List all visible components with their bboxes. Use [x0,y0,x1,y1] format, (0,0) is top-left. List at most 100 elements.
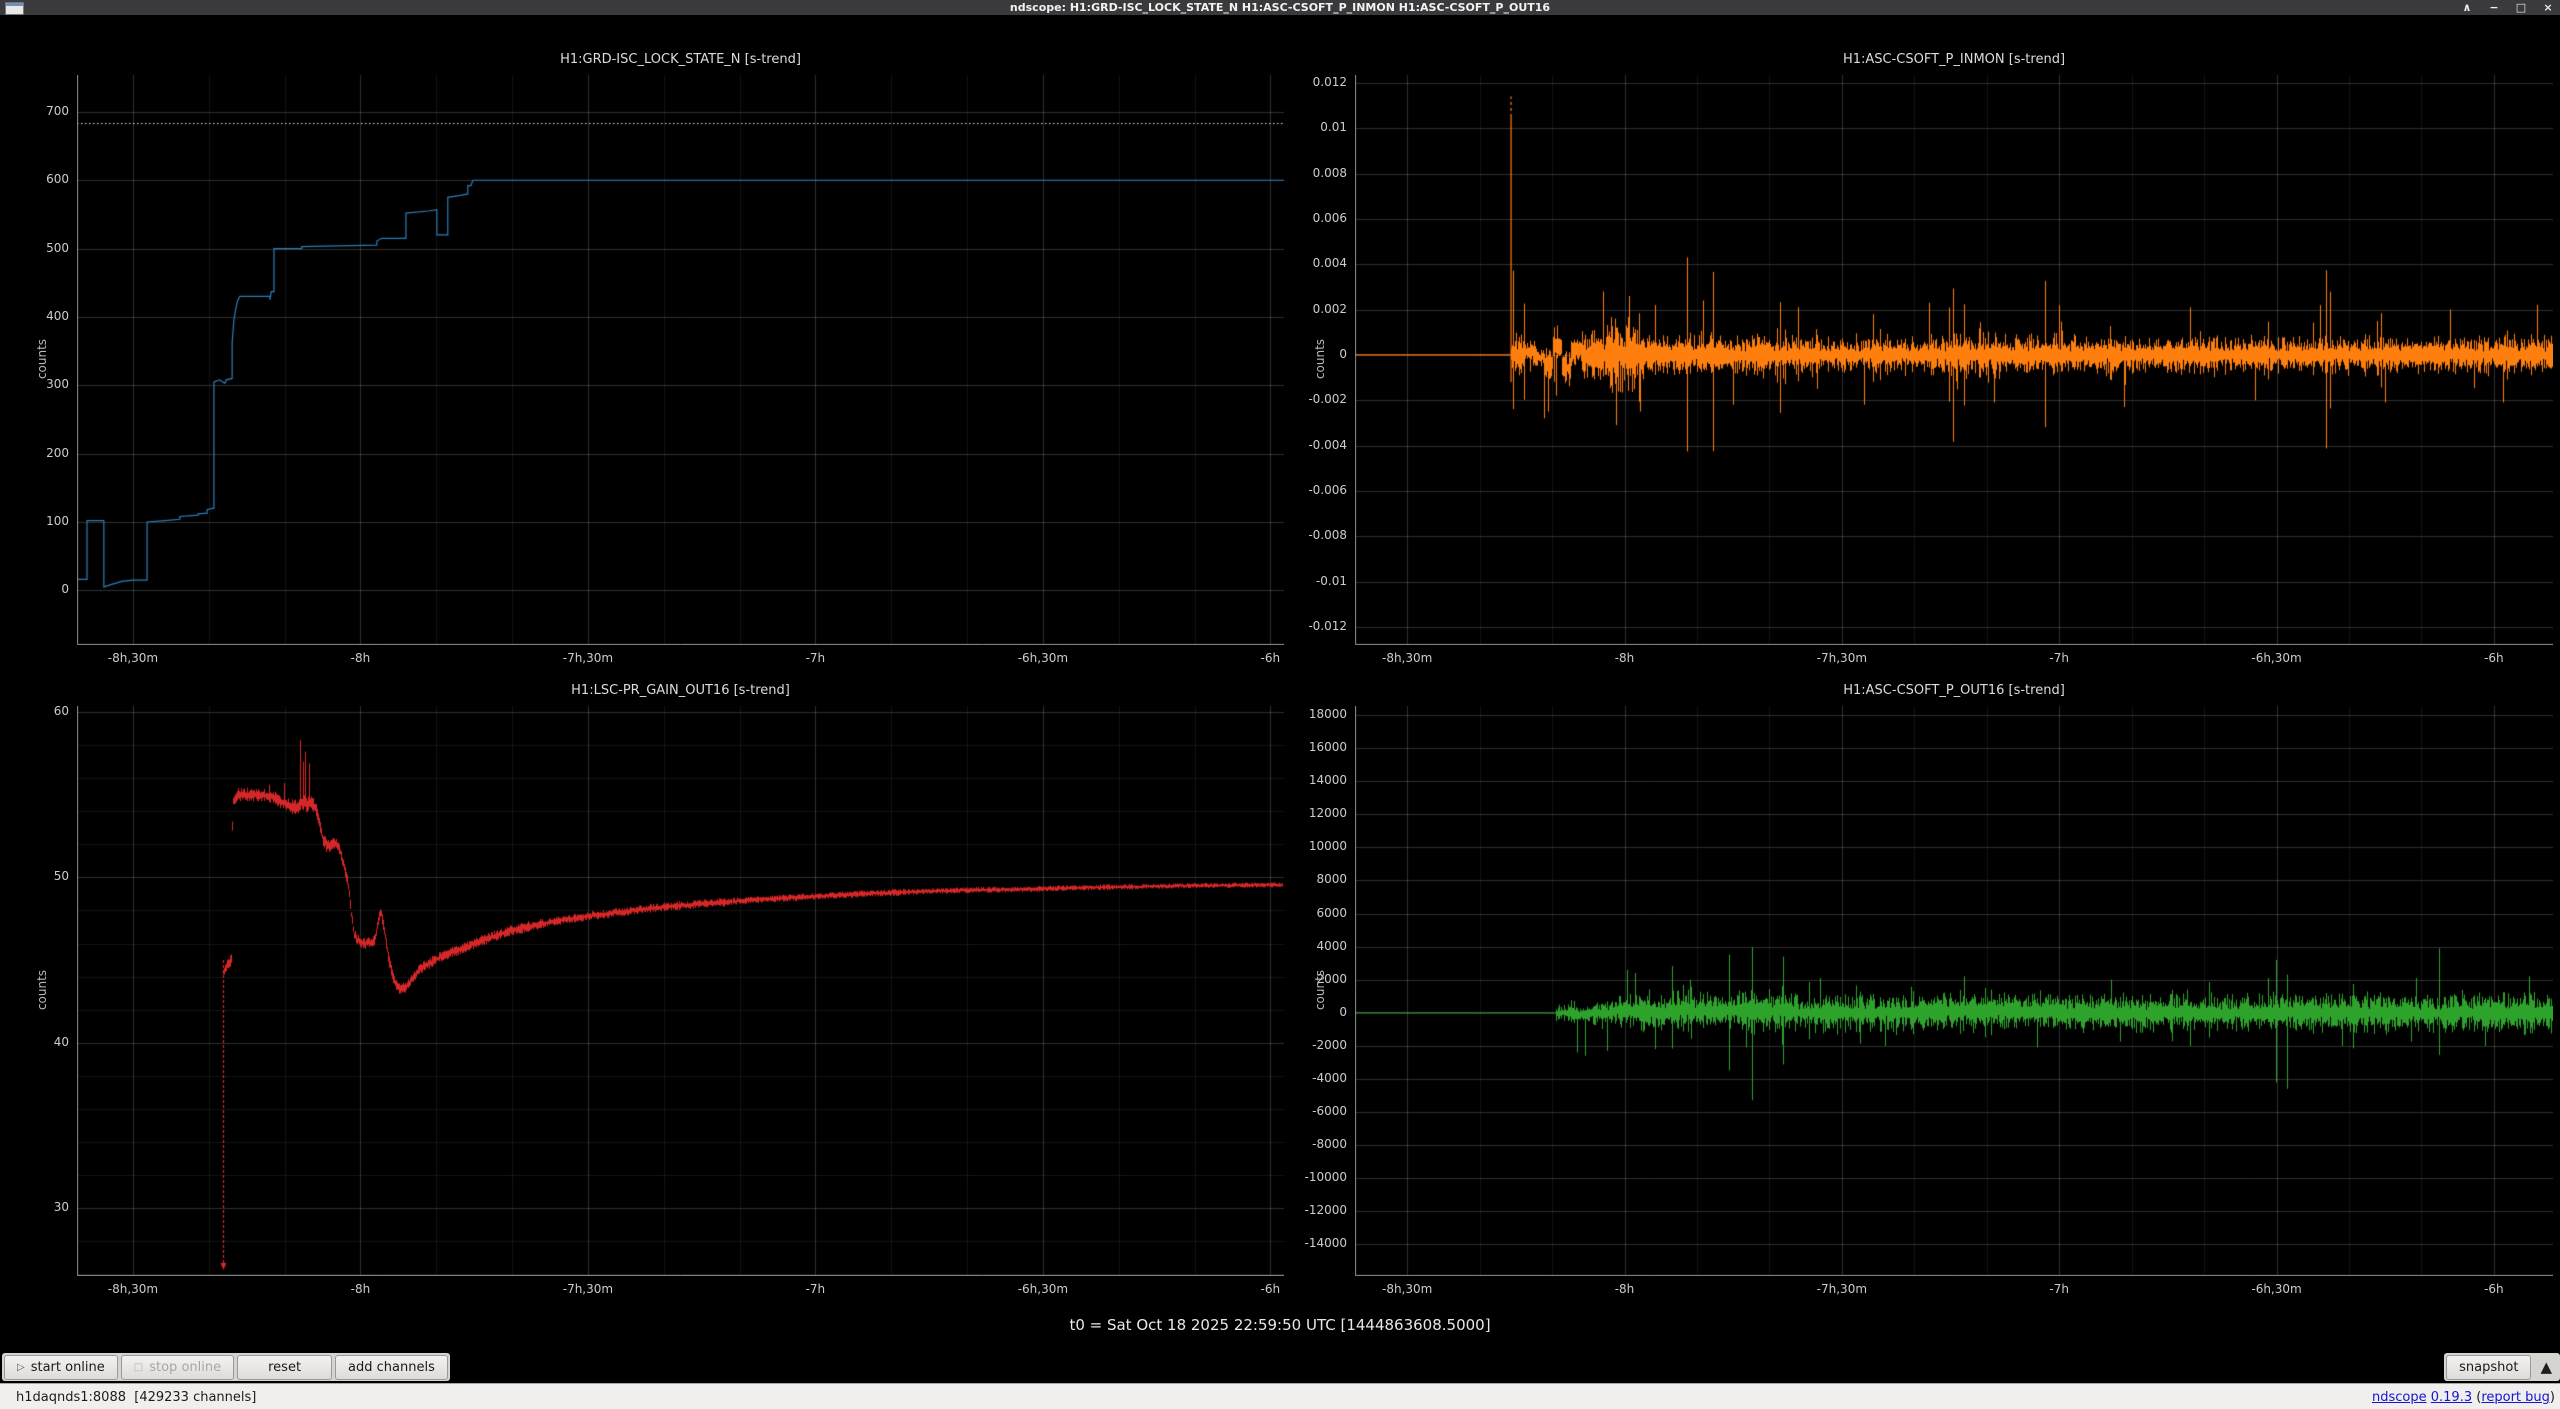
y-tick-label: 600 [11,172,69,186]
toolbar-right-group: snapshot ▲ [2444,1353,2560,1381]
y-tick-label: -2000 [1289,1038,1347,1052]
x-tick-label: -8h [315,1282,405,1296]
x-tick-label: -7h [770,651,860,665]
start-online-button[interactable]: ▷ start online [4,1355,118,1380]
plot-canvas-h1-asc-csoft-p-inmon[interactable] [1355,75,2553,645]
plot-canvas-h1-lsc-pr-gain-out16[interactable] [77,706,1284,1276]
y-tick-label: 40 [11,1035,69,1049]
y-tick-label: 2000 [1289,972,1347,986]
x-tick-label: -8h,30m [1362,1282,1452,1296]
y-tick-label: 30 [11,1200,69,1214]
x-tick-label: -7h [770,1282,860,1296]
x-tick-label: -7h,30m [1797,1282,1887,1296]
y-tick-label: -8000 [1289,1137,1347,1151]
y-tick-label: -12000 [1289,1203,1347,1217]
x-tick-label: -6h [1225,1282,1315,1296]
stop-online-button: □ stop online [121,1355,234,1380]
x-tick-label: -7h [2014,651,2104,665]
snapshot-button[interactable]: snapshot [2446,1355,2531,1380]
x-tick-label: -6h,30m [2232,651,2322,665]
y-tick-label: 0.004 [1289,256,1347,270]
y-tick-label: 12000 [1289,806,1347,820]
x-tick-label: -8h [1580,1282,1670,1296]
maximize-window-icon[interactable]: □ [2515,0,2527,15]
plot-canvas-h1-grd-isc-lock-state-n[interactable] [77,75,1284,645]
t0-timestamp-label: t0 = Sat Oct 18 2025 22:59:50 UTC [14448… [0,1316,2560,1334]
x-tick-label: -6h [2449,651,2539,665]
y-tick-label: 4000 [1289,939,1347,953]
y-tick-label: -0.012 [1289,619,1347,633]
y-tick-label: 0 [1289,1005,1347,1019]
y-tick-label: 0.008 [1289,166,1347,180]
x-tick-label: -6h [1225,651,1315,665]
y-tick-label: -4000 [1289,1071,1347,1085]
y-tick-label: 0 [11,582,69,596]
y-tick-label: 500 [11,241,69,255]
plot-title: H1:ASC-CSOFT_P_OUT16 [s-trend] [1843,683,2065,698]
bottom-toolbar: ▷ start online □ stop online reset add c… [0,1352,2560,1383]
y-tick-label: 400 [11,309,69,323]
y-axis-label: counts [35,339,49,379]
y-tick-label: 16000 [1289,740,1347,754]
y-tick-label: 50 [11,869,69,883]
y-tick-label: 6000 [1289,906,1347,920]
close-window-icon[interactable]: × [2542,0,2554,15]
y-tick-label: 0.002 [1289,302,1347,316]
plot-title: H1:GRD-ISC_LOCK_STATE_N [s-trend] [560,52,801,67]
x-tick-label: -8h,30m [1362,651,1452,665]
x-tick-label: -6h [2449,1282,2539,1296]
y-tick-label: -10000 [1289,1170,1347,1184]
play-icon: ▷ [17,1362,25,1373]
y-tick-label: -0.002 [1289,392,1347,406]
version-links: ndscope 0.19.3 (report bug) [2372,1390,2560,1405]
y-tick-label: 0.012 [1289,75,1347,89]
y-tick-label: -14000 [1289,1236,1347,1250]
ndscope-link[interactable]: ndscope [2372,1390,2427,1405]
x-tick-label: -7h,30m [543,1282,633,1296]
y-tick-label: -6000 [1289,1104,1347,1118]
minimize-window-icon[interactable]: − [2488,0,2500,15]
y-tick-label: 700 [11,104,69,118]
expand-triangle-icon[interactable]: ▲ [2534,1358,2558,1376]
y-tick-label: 14000 [1289,773,1347,787]
y-tick-label: 18000 [1289,707,1347,721]
add-channels-button[interactable]: add channels [335,1355,448,1380]
reset-button[interactable]: reset [237,1355,332,1380]
y-tick-label: 60 [11,704,69,718]
nds-server-status: h1daqnds1:8088 [429233 channels] [0,1390,256,1405]
x-tick-label: -8h,30m [88,1282,178,1296]
x-tick-label: -7h,30m [543,651,633,665]
plot-title: H1:LSC-PR_GAIN_OUT16 [s-trend] [571,683,790,698]
y-tick-label: 0.01 [1289,120,1347,134]
x-tick-label: -6h,30m [998,1282,1088,1296]
x-tick-label: -8h [315,651,405,665]
y-tick-label: -0.006 [1289,483,1347,497]
window-title: ndscope: H1:GRD-ISC_LOCK_STATE_N H1:ASC-… [0,1,2560,14]
window-titlebar: ndscope: H1:GRD-ISC_LOCK_STATE_N H1:ASC-… [0,0,2560,15]
y-tick-label: 0.006 [1289,211,1347,225]
plot-title: H1:ASC-CSOFT_P_INMON [s-trend] [1843,52,2065,67]
status-bar: h1daqnds1:8088 [429233 channels] ndscope… [0,1383,2560,1409]
stop-icon: □ [134,1362,143,1373]
x-tick-label: -7h,30m [1797,651,1887,665]
y-tick-label: 300 [11,377,69,391]
shade-window-icon[interactable]: ∧ [2461,0,2473,15]
x-tick-label: -7h [2014,1282,2104,1296]
toolbar-left-group: ▷ start online □ stop online reset add c… [2,1353,450,1381]
x-tick-label: -8h [1580,651,1670,665]
y-tick-label: 0 [1289,347,1347,361]
window-icon [5,2,24,15]
plot-canvas-h1-asc-csoft-p-out16[interactable] [1355,706,2553,1276]
y-tick-label: 10000 [1289,839,1347,853]
y-tick-label: 200 [11,446,69,460]
x-tick-label: -8h,30m [88,651,178,665]
x-tick-label: -6h,30m [2232,1282,2322,1296]
y-axis-label: counts [35,970,49,1010]
version-link[interactable]: 0.19.3 [2431,1390,2472,1405]
y-tick-label: -0.008 [1289,528,1347,542]
report-bug-link[interactable]: report bug [2481,1390,2550,1405]
y-tick-label: -0.004 [1289,438,1347,452]
y-tick-label: 100 [11,514,69,528]
y-tick-label: -0.01 [1289,574,1347,588]
y-tick-label: 8000 [1289,872,1347,886]
